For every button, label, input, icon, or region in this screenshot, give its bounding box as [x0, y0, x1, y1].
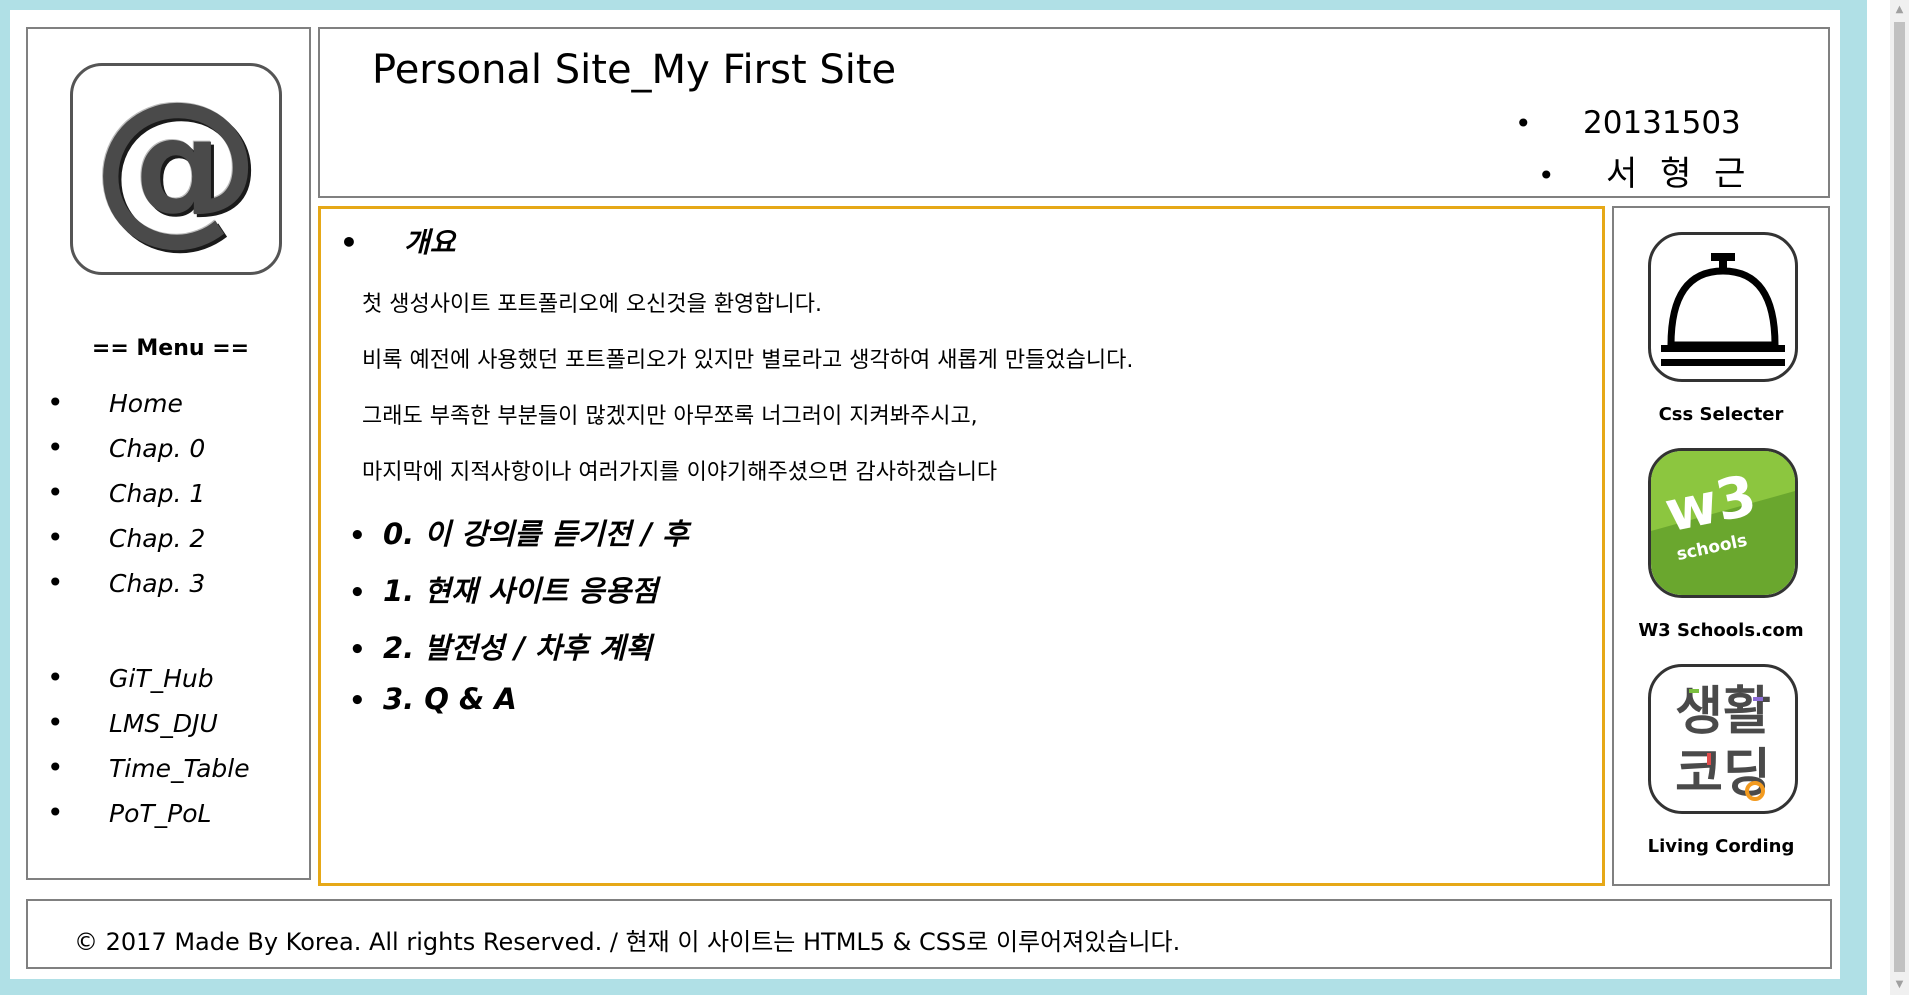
w3schools-logo-icon[interactable]: w3 schools: [1648, 448, 1798, 598]
intro-paragraph: 마지막에 지적사항이나 여러가지를 이야기해주셨으면 감사하겠습니다: [362, 460, 998, 485]
intro-heading: • 개요: [340, 226, 456, 259]
section-link-0[interactable]: • 0. 이 강의를 듣기전 / 후: [349, 511, 689, 553]
bullet: •: [47, 521, 64, 554]
frame-right: [1840, 0, 1867, 995]
menu-item-chap-1[interactable]: • Chap. 1: [47, 479, 205, 507]
bullet: •: [1515, 107, 1532, 140]
bullet: •: [47, 661, 64, 694]
w3schools-label[interactable]: W3 Schools.com: [1614, 620, 1828, 641]
bullet: •: [47, 566, 64, 599]
bullet: •: [47, 751, 64, 784]
page-footer: © 2017 Made By Korea. All rights Reserve…: [26, 899, 1832, 969]
link-time-table[interactable]: • Time_Table: [47, 754, 250, 782]
footer-text: © 2017 Made By Korea. All rights Reserve…: [74, 928, 1181, 956]
section-link-1[interactable]: • 1. 현재 사이트 응용점: [349, 568, 658, 610]
scroll-thumb[interactable]: [1894, 22, 1905, 972]
intro-paragraph: 비록 예전에 사용했던 포트폴리오가 있지만 별로라고 생각하여 새롭게 만들었…: [362, 348, 1134, 373]
intro-paragraph: 그래도 부족한 부분들이 많겠지만 아무쪼록 너그러이 지켜봐주시고,: [362, 404, 978, 429]
main-content: • 개요 첫 생성사이트 포트폴리오에 오신것을 환영합니다. 비록 예전에 사용…: [318, 206, 1605, 886]
link-pot-pol[interactable]: • PoT_PoL: [47, 799, 211, 827]
frame-top: [0, 0, 1850, 10]
site-title: Personal Site_My First Site: [372, 47, 897, 93]
bullet: •: [349, 578, 366, 608]
menu-title: == Menu ==: [91, 336, 250, 361]
css-selecter-label[interactable]: Css Selecter: [1614, 404, 1828, 425]
student-id: • 20131503: [1515, 105, 1741, 141]
right-sidebar: Css Selecter w3 schools W3 Schools.com 생…: [1612, 206, 1830, 886]
bullet: •: [47, 476, 64, 509]
menu-item-chap-0[interactable]: • Chap. 0: [47, 434, 205, 462]
page-header: Personal Site_My First Site • 20131503 • 서…: [318, 27, 1830, 198]
bullet: •: [47, 796, 64, 829]
living-coding-graphic: 생활 코딩: [1675, 682, 1771, 804]
living-coding-label[interactable]: Living Cording: [1614, 836, 1828, 857]
left-sidebar: @ == Menu == • Home • Chap. 0 • Chap. 1 • Ch…: [26, 27, 311, 880]
scroll-up-arrow-icon[interactable]: ▲: [1890, 0, 1909, 20]
service-bell-icon[interactable]: [1648, 232, 1798, 382]
w3schools-graphic: w3 schools: [1651, 451, 1795, 595]
menu-item-chap-2[interactable]: • Chap. 2: [47, 524, 205, 552]
link-lms-dju[interactable]: • LMS_DJU: [47, 709, 218, 737]
page-scrollbar[interactable]: ▲ ▼: [1890, 0, 1909, 995]
bullet: •: [340, 226, 358, 259]
bullet: •: [47, 431, 64, 464]
at-sign-icon: @: [70, 63, 282, 275]
author-name: • 서 형 근: [1538, 154, 1752, 194]
scroll-down-arrow-icon[interactable]: ▼: [1890, 975, 1909, 995]
link-github[interactable]: • GiT_Hub: [47, 664, 214, 692]
frame-left: [0, 0, 10, 995]
bullet: •: [1538, 159, 1561, 192]
bullet: •: [349, 521, 366, 551]
intro-paragraph: 첫 생성사이트 포트폴리오에 오신것을 환영합니다.: [362, 292, 823, 317]
menu-item-home[interactable]: • Home: [47, 389, 183, 417]
frame-bottom: [0, 979, 1867, 995]
living-coding-logo-icon[interactable]: 생활 코딩: [1648, 664, 1798, 814]
section-link-2[interactable]: • 2. 발전성 / 차후 계획: [349, 625, 652, 667]
service-bell-graphic: [1661, 253, 1785, 366]
svg-text:코딩: 코딩: [1675, 744, 1771, 804]
bullet: •: [349, 635, 366, 665]
bullet: •: [349, 686, 366, 716]
bullet: •: [47, 706, 64, 739]
section-link-3[interactable]: • 3. Q & A: [349, 682, 517, 716]
bullet: •: [47, 386, 64, 419]
menu-item-chap-3[interactable]: • Chap. 3: [47, 569, 205, 597]
